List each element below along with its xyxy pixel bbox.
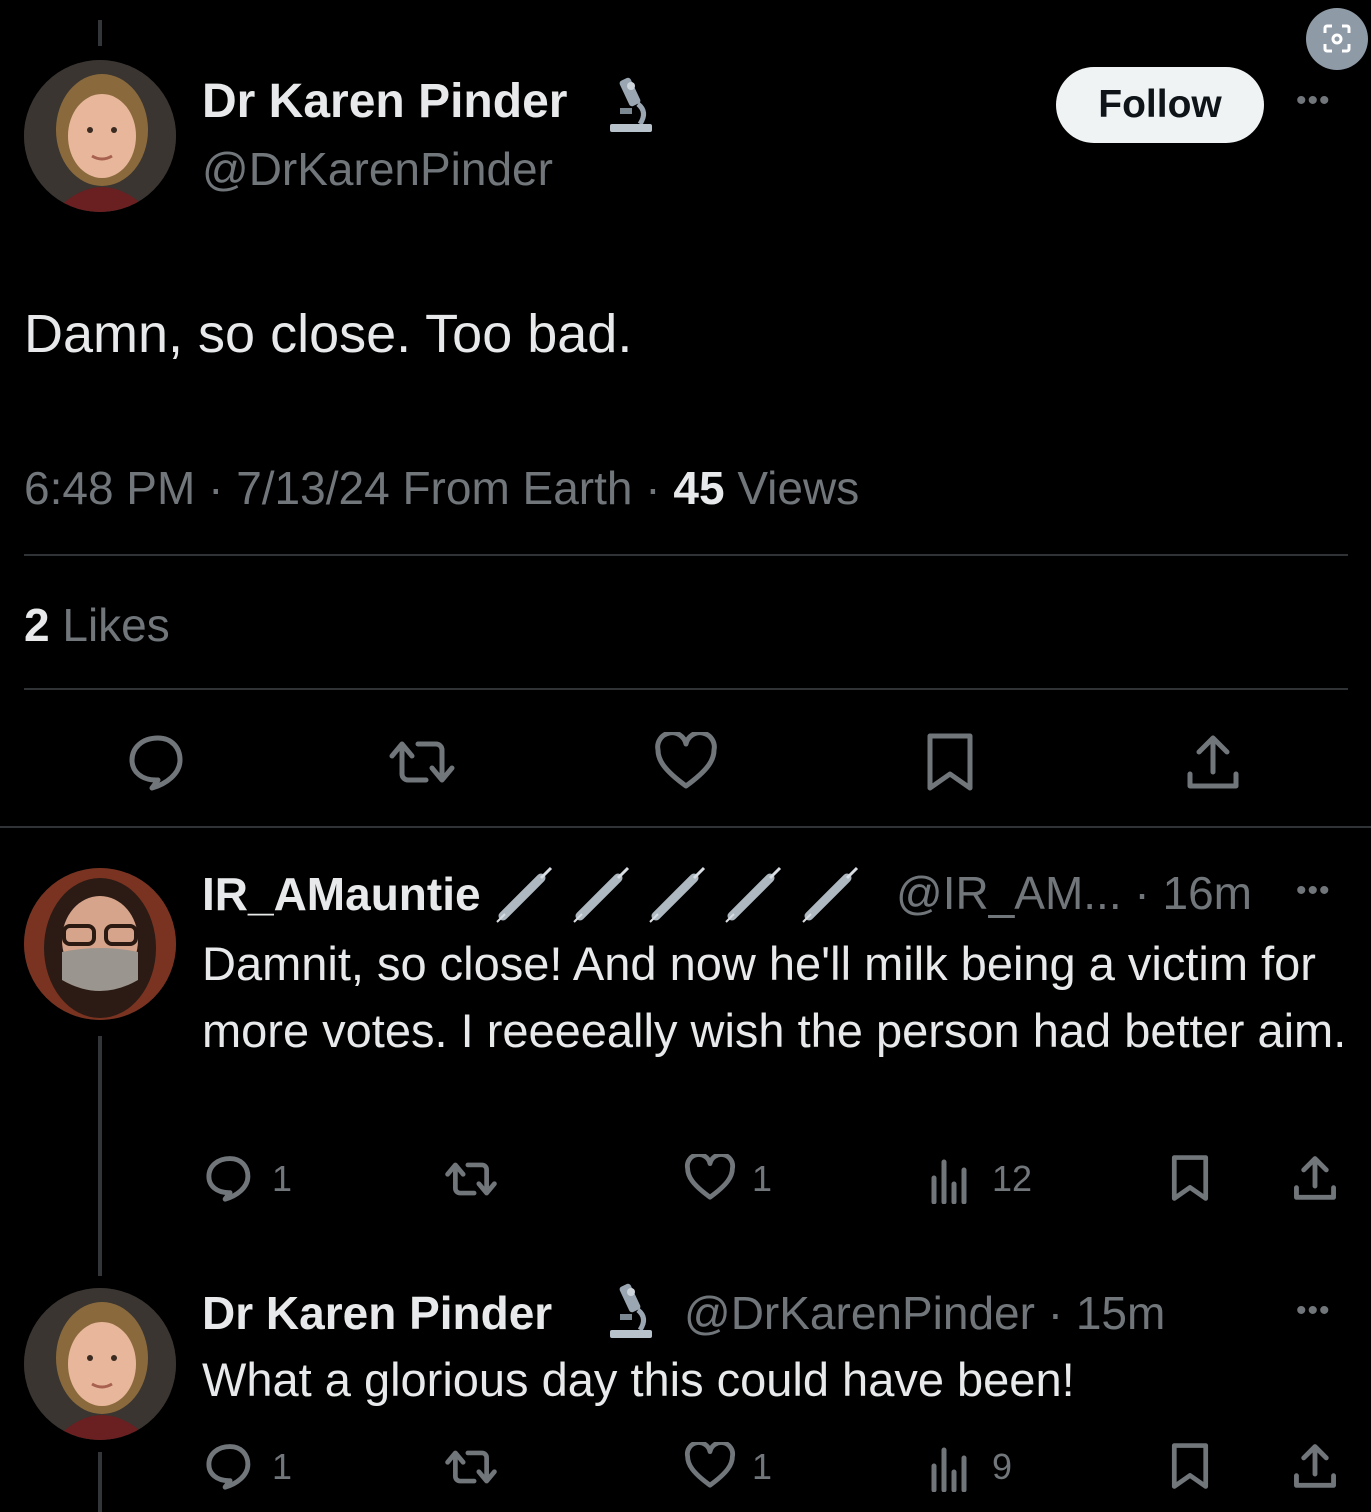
more-options-icon[interactable]: ••• [1296, 874, 1331, 908]
bookmark-icon[interactable] [1168, 1152, 1212, 1204]
author-name[interactable]: Dr Karen Pinder [202, 74, 567, 129]
syringe-icon [802, 866, 858, 923]
retweet-icon[interactable] [442, 1442, 500, 1492]
lens-icon[interactable] [1306, 8, 1368, 70]
reply-meta[interactable]: @DrKarenPinder · 15m [684, 1286, 1165, 1340]
more-options-icon[interactable]: ••• [1296, 84, 1331, 118]
views-label: Views [724, 462, 860, 514]
tweet-meta: 6:48 PM · 7/13/24 From Earth · 45 Views [24, 461, 859, 515]
views-count: 45 [673, 462, 725, 514]
likes-count: 2 [24, 599, 50, 651]
like-icon[interactable] [684, 1154, 736, 1202]
share-icon[interactable] [1290, 1440, 1340, 1492]
avatar[interactable] [24, 1288, 176, 1440]
reply-icon[interactable] [204, 1152, 256, 1204]
views-icon[interactable] [928, 1442, 972, 1492]
microscope-icon [604, 1280, 656, 1342]
syringe-icon [649, 866, 706, 923]
divider [24, 554, 1348, 556]
microscope-icon [604, 74, 656, 136]
thread-line [98, 1452, 102, 1512]
author-handle[interactable]: @DrKarenPinder [202, 142, 553, 196]
syringe-icon [725, 866, 782, 923]
views-count: 9 [992, 1446, 1013, 1487]
reply-count: 1 [272, 1158, 293, 1199]
tweet-timestamp[interactable]: 6:48 PM · 7/13/24 From Earth · [24, 462, 673, 514]
share-icon[interactable] [1182, 730, 1244, 794]
like-count: 1 [752, 1446, 773, 1487]
reply-count: 1 [272, 1446, 293, 1487]
reply-author-name[interactable]: Dr Karen Pinder [202, 1286, 552, 1340]
tweet-text: Damn, so close. Too bad. [24, 304, 633, 364]
more-options-icon[interactable]: ••• [1296, 1294, 1331, 1328]
syringe-icon [572, 866, 629, 923]
reply-text: Damnit, so close! And now he'll milk bei… [202, 937, 1347, 1057]
retweet-icon[interactable] [442, 1154, 500, 1204]
reply-icon[interactable] [204, 1440, 256, 1492]
bookmark-icon[interactable] [1168, 1440, 1212, 1492]
views-icon[interactable] [928, 1154, 972, 1204]
reply-text: What a glorious day this could have been… [202, 1353, 1075, 1406]
divider [24, 688, 1348, 690]
likes-label: Likes [49, 599, 170, 651]
avatar[interactable] [24, 868, 176, 1020]
likes-stat[interactable]: 2 Likes [24, 598, 170, 652]
avatar[interactable] [24, 60, 176, 212]
views-count: 12 [992, 1158, 1033, 1199]
like-icon[interactable] [654, 732, 718, 792]
reply-meta[interactable]: @IR_AM... · 16m [896, 866, 1252, 920]
divider [0, 826, 1371, 828]
thread-line [98, 1036, 102, 1276]
like-count: 1 [752, 1158, 773, 1199]
reply-header: IR_AMauntie [202, 864, 863, 924]
reply-author-name[interactable]: IR_AMauntie [202, 868, 481, 920]
share-icon[interactable] [1290, 1152, 1340, 1204]
syringe-badges [493, 864, 863, 924]
bookmark-icon[interactable] [922, 730, 978, 794]
like-icon[interactable] [684, 1442, 736, 1490]
syringe-icon [496, 866, 553, 923]
retweet-icon[interactable] [386, 730, 458, 794]
reply-icon[interactable] [126, 730, 190, 794]
thread-line-top [98, 20, 102, 46]
follow-button[interactable]: Follow [1056, 67, 1264, 143]
